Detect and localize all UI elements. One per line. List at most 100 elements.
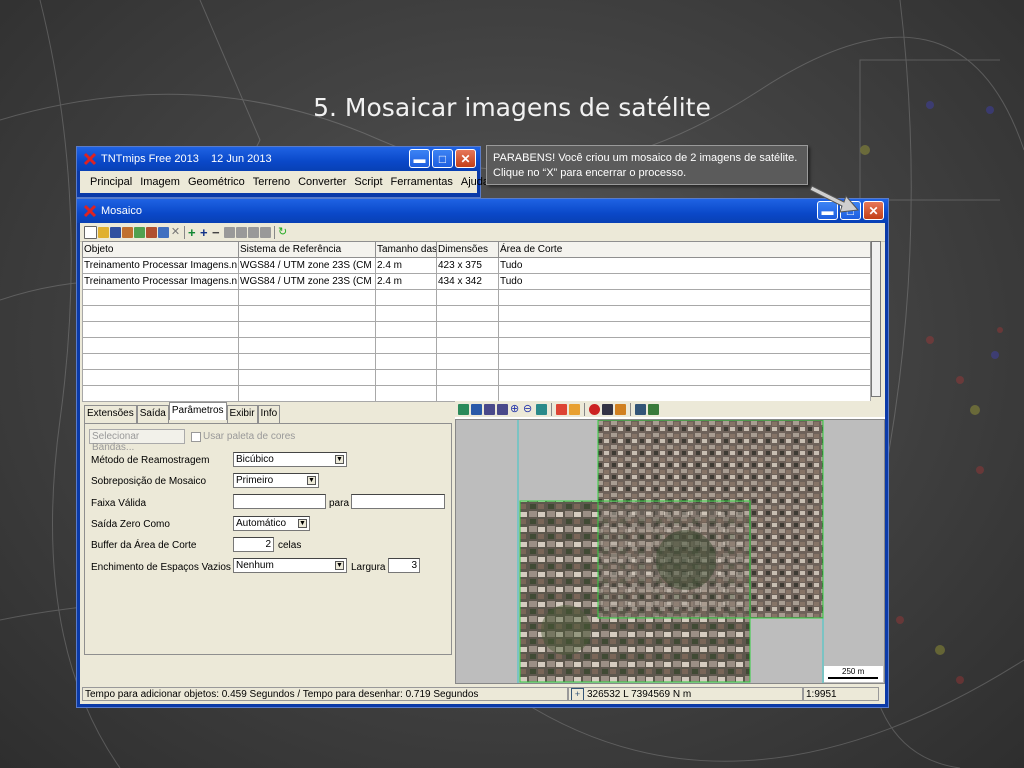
mosaico-titlebar[interactable]: Mosaico ▬ □ ✕ <box>77 199 888 223</box>
delete-icon[interactable]: − <box>212 226 223 239</box>
remove-icon[interactable]: ✕ <box>170 226 181 238</box>
use-palette-label: Usar paleta de cores <box>203 431 296 442</box>
fill-label: Enchimento de Espaços Vazios <box>91 562 231 573</box>
zoom-box-icon[interactable] <box>497 403 508 415</box>
tntmips-titlebar[interactable]: TNTmips Free 2013 12 Jun 2013 ▬ □ ✕ <box>77 147 480 171</box>
width-value: 3 <box>411 560 417 571</box>
menu-converter[interactable]: Converter <box>294 176 350 188</box>
edit-icon[interactable] <box>122 226 133 238</box>
select-bands-button[interactable]: Selecionar Bandas... <box>89 429 185 453</box>
zoom-fit-icon[interactable] <box>536 403 547 415</box>
menu-script[interactable]: Script <box>350 176 386 188</box>
cell-area-corte: Tudo <box>498 273 871 290</box>
menu-geometrico[interactable]: Geométrico <box>184 176 249 188</box>
find-icon[interactable] <box>602 403 613 415</box>
close-button[interactable]: ✕ <box>455 149 476 168</box>
full-view-icon[interactable] <box>471 403 482 415</box>
sketch-icon[interactable] <box>615 403 626 415</box>
table-row-empty[interactable] <box>82 353 871 370</box>
add-icon[interactable]: + <box>188 226 199 239</box>
move-up-icon[interactable] <box>224 226 235 238</box>
pointer-arrow <box>810 185 859 213</box>
slide-title: 5. Mosaicar imagens de satélite <box>313 92 711 122</box>
use-palette-checkbox[interactable] <box>191 432 201 442</box>
col-objeto[interactable]: Objeto <box>82 241 239 258</box>
refresh-icon[interactable]: ↻ <box>278 226 289 238</box>
layers-icon[interactable] <box>158 226 169 238</box>
buffer-label: Buffer da Área de Corte <box>91 540 197 551</box>
open-icon[interactable] <box>98 226 109 238</box>
table-row-empty[interactable] <box>82 305 871 322</box>
status-bar: Tempo para adicionar objetos: 0.459 Segu… <box>82 686 883 702</box>
table-row-empty[interactable] <box>82 385 871 402</box>
table-row[interactable]: Treinamento Processar Imagens.n WGS84 / … <box>82 257 871 274</box>
status-times: Tempo para adicionar objetos: 0.459 Segu… <box>82 687 568 701</box>
col-tamanho[interactable]: Tamanho das <box>375 241 437 258</box>
status-scale[interactable]: 1:9951 <box>803 687 879 701</box>
buffer-input[interactable]: 2 <box>233 537 274 552</box>
mosaic-canvas[interactable]: 250 m <box>455 419 885 684</box>
menu-ferramentas[interactable]: Ferramentas <box>387 176 457 188</box>
chevron-down-icon: ▼ <box>335 455 344 464</box>
coords-value: 326532 L 7394569 N m <box>587 688 692 700</box>
cell-tamanho: 2.4 m <box>375 257 437 274</box>
valid-range-min-input[interactable] <box>233 494 326 509</box>
para-label: para <box>329 498 350 509</box>
table-scrollbar[interactable] <box>871 241 881 397</box>
layer-controls-icon[interactable] <box>458 403 469 415</box>
snapshot-icon[interactable] <box>648 403 659 415</box>
width-input[interactable]: 3 <box>388 558 420 573</box>
position-icon[interactable] <box>556 403 567 415</box>
menu-terreno[interactable]: Terreno <box>249 176 294 188</box>
tab-parametros[interactable]: Parâmetros <box>168 402 227 420</box>
mosaico-app-icon <box>83 204 97 218</box>
table-row-empty[interactable] <box>82 369 871 386</box>
col-area-corte[interactable]: Área de Corte <box>498 241 871 258</box>
cell-objeto: Treinamento Processar Imagens.n <box>82 273 239 290</box>
tntmips-main-window: TNTmips Free 2013 12 Jun 2013 ▬ □ ✕ Prin… <box>76 146 489 198</box>
save-icon[interactable] <box>110 226 121 238</box>
resample-select[interactable]: Bicúbico ▼ <box>233 452 347 467</box>
move-bottom-icon[interactable] <box>260 226 271 238</box>
select-icon[interactable] <box>569 403 580 415</box>
mosaico-toolbar: ✕ + + − ↻ <box>80 223 885 242</box>
table-row-empty[interactable] <box>82 289 871 306</box>
move-down-icon[interactable] <box>236 226 247 238</box>
add-all-icon[interactable]: + <box>200 226 211 239</box>
maximize-button[interactable]: □ <box>432 149 453 168</box>
col-sistema[interactable]: Sistema de Referência <box>238 241 376 258</box>
zoom-out-icon[interactable]: ⊖ <box>523 403 534 415</box>
cell-sistema: WGS84 / UTM zone 23S (CM - <box>238 257 376 274</box>
table-row[interactable]: Treinamento Processar Imagens.n WGS84 / … <box>82 273 871 290</box>
zero-output-select[interactable]: Automático ▼ <box>233 516 310 531</box>
table-row-empty[interactable] <box>82 337 871 354</box>
objects-table: Objeto Sistema de Referência Tamanho das… <box>82 241 871 402</box>
fill-select[interactable]: Nenhum ▼ <box>233 558 347 573</box>
toolbar-separator <box>184 225 185 239</box>
position-crosshair-icon[interactable]: + <box>571 688 584 700</box>
tab-info[interactable]: Info <box>257 405 281 423</box>
move-top-icon[interactable] <box>248 226 259 238</box>
mosaico-close-button[interactable]: ✕ <box>863 201 884 220</box>
overlap-label: Sobreposição de Mosaico <box>91 476 207 487</box>
tab-exibir[interactable]: Exibir <box>226 405 258 423</box>
menu-imagem[interactable]: Imagem <box>136 176 184 188</box>
tab-extensoes[interactable]: Extensões <box>84 405 137 423</box>
stop-icon[interactable] <box>589 403 600 415</box>
zoom-in-icon[interactable]: ⊕ <box>510 403 521 415</box>
valid-range-max-input[interactable] <box>351 494 445 509</box>
tab-saida[interactable]: Saída <box>136 405 169 423</box>
cell-objeto: Treinamento Processar Imagens.n <box>82 257 239 274</box>
table-row-empty[interactable] <box>82 321 871 338</box>
print-icon[interactable] <box>635 403 646 415</box>
toolbar-separator <box>551 402 552 416</box>
run-icon[interactable] <box>146 226 157 238</box>
chevron-down-icon: ▼ <box>307 476 316 485</box>
overlap-select[interactable]: Primeiro ▼ <box>233 473 319 488</box>
pan-icon[interactable] <box>484 403 495 415</box>
add-raster-icon[interactable] <box>134 226 145 238</box>
col-dimensoes[interactable]: Dimensões <box>436 241 499 258</box>
menu-principal[interactable]: Principal <box>86 176 136 188</box>
minimize-button[interactable]: ▬ <box>409 149 430 168</box>
new-icon[interactable] <box>84 225 97 239</box>
